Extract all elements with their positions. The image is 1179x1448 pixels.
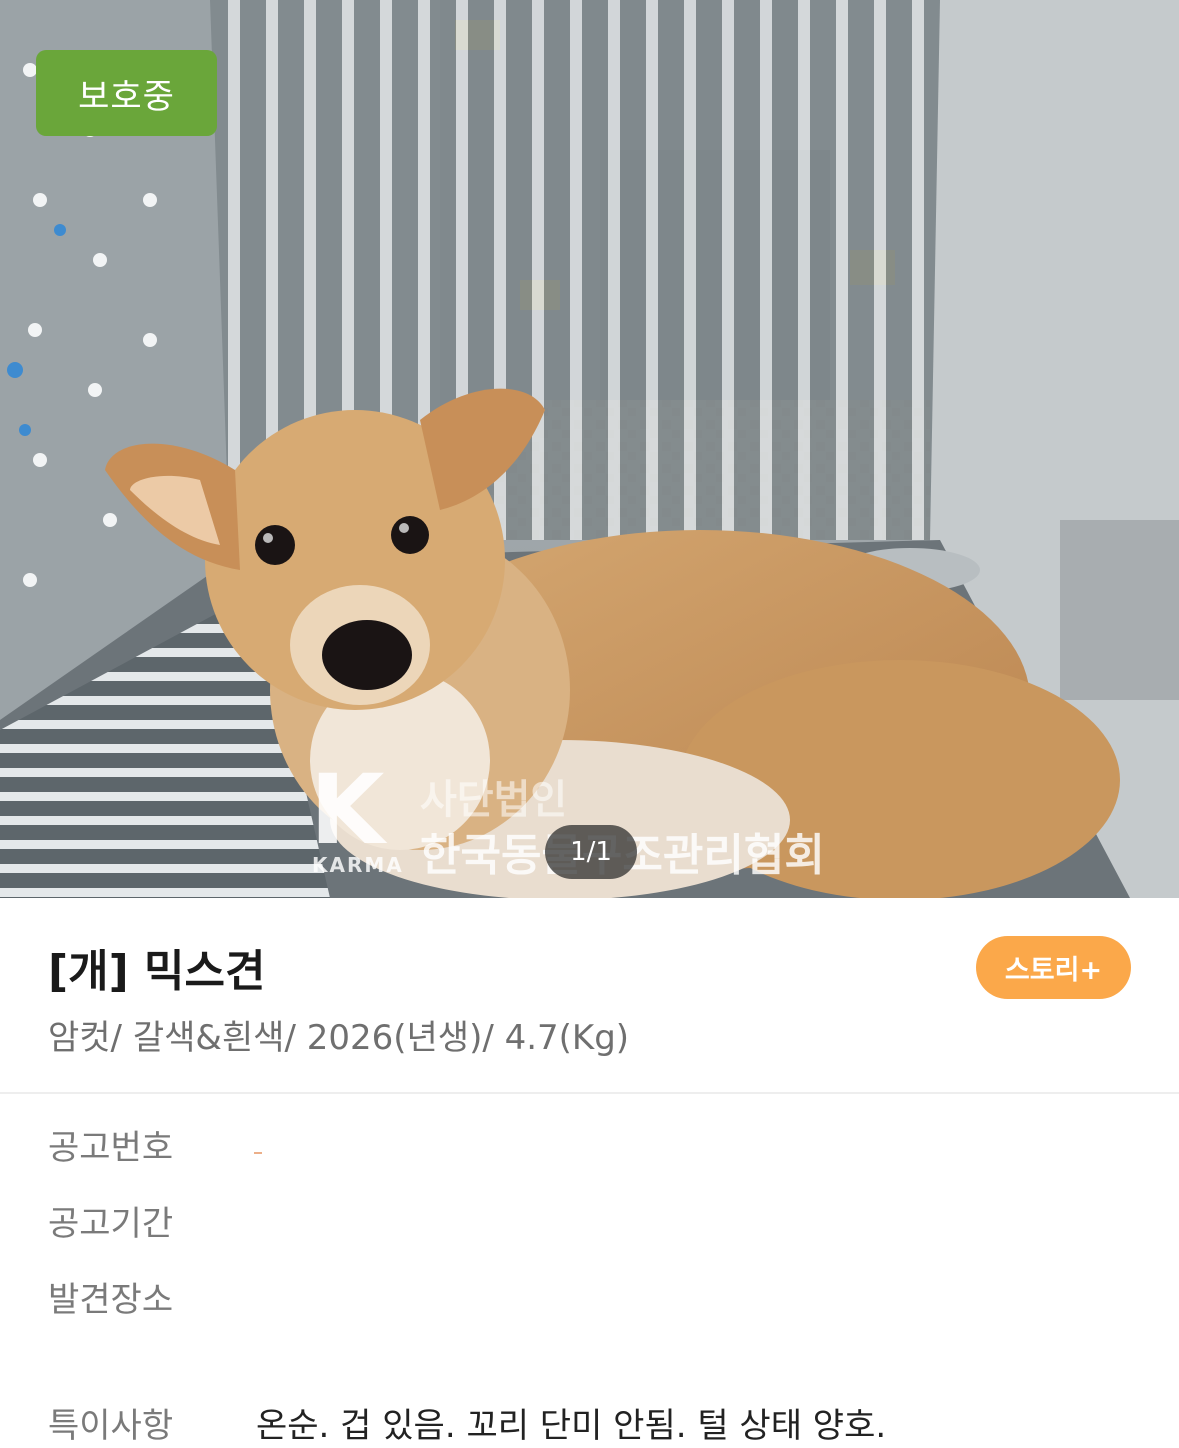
watermark-logo-text: KARMA: [312, 853, 404, 877]
info-label-special-notes: 특이사항: [48, 1406, 174, 1446]
animal-title: [개] 믹스견: [48, 946, 266, 997]
watermark-line1: 사단법인: [420, 777, 568, 823]
animal-details: 암컷/ 갈색&흰색/ 2026(년생)/ 4.7(Kg): [48, 1018, 630, 1058]
info-label-notice-number: 공고번호: [48, 1128, 174, 1168]
info-label-notice-period: 공고기간: [48, 1204, 174, 1244]
status-badge: 보호중: [36, 50, 217, 136]
animal-photo[interactable]: 보호중 K KARMA 사단법인 한국동물구조관리협회 1/1: [0, 0, 1179, 898]
redaction-mark: [254, 1152, 262, 1154]
info-value-special-notes: 온순. 겁 있음. 꼬리 단미 안됨. 털 상태 양호.: [256, 1406, 887, 1446]
info-label-found-location: 발견장소: [48, 1280, 174, 1320]
photo-page-indicator: 1/1: [545, 825, 637, 879]
watermark-logo-letter: K: [310, 754, 385, 866]
story-button[interactable]: 스토리+: [976, 936, 1131, 999]
section-divider: [0, 1092, 1179, 1094]
